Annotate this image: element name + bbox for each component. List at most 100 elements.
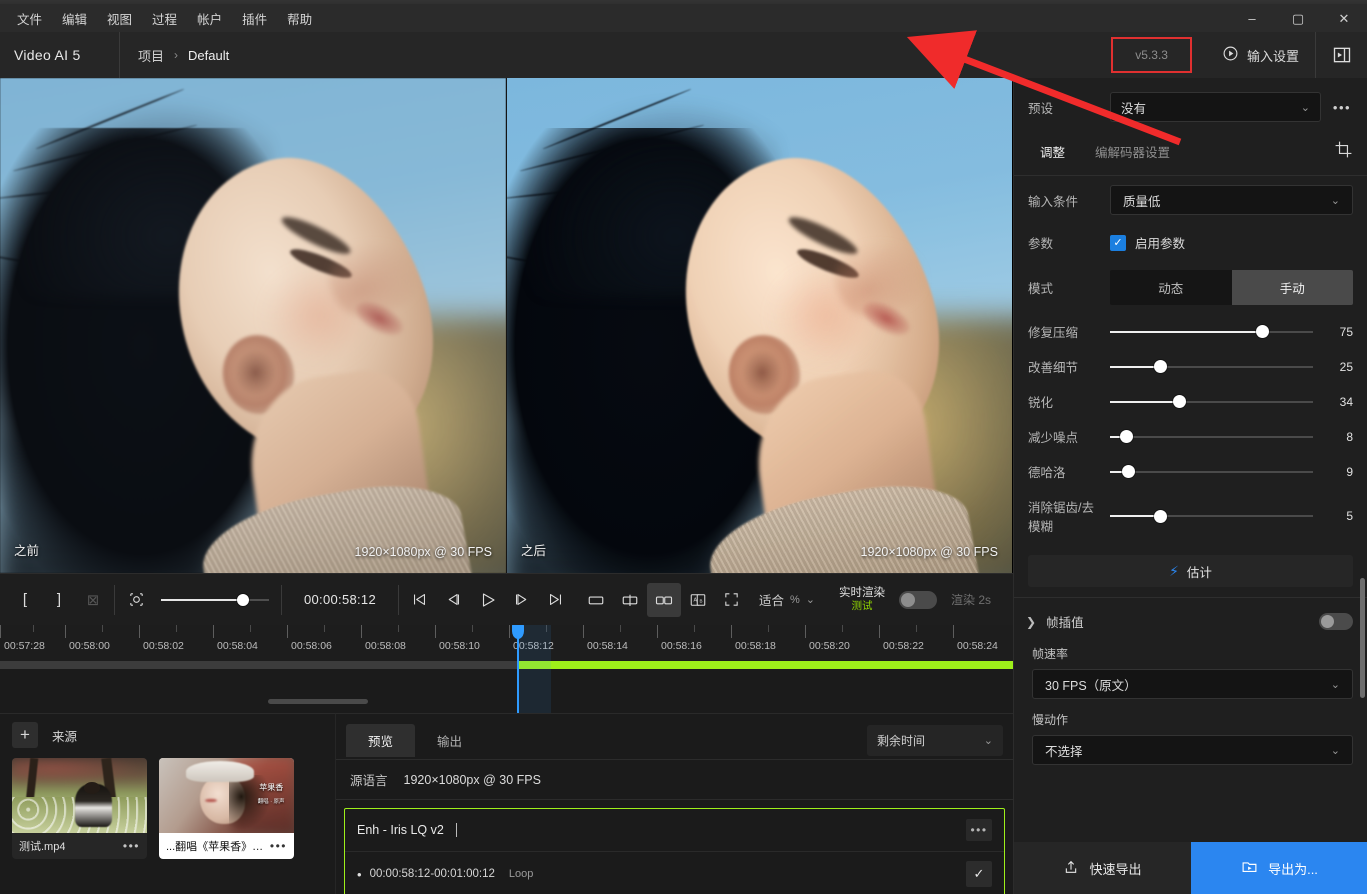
zoom-icon[interactable] [119, 583, 153, 617]
source-more-icon[interactable]: ••• [123, 839, 140, 853]
mode-auto-button[interactable]: 动态 [1110, 270, 1232, 305]
job-title-row: Enh - Iris LQ v2 ••• [345, 809, 1004, 852]
video-preview-area[interactable]: 之前 1920×1080px @ 30 FPS 之后 1920×1080px @… [0, 78, 1013, 573]
frame-rate-dropdown[interactable]: 30 FPS（原文） ⌄ [1032, 669, 1353, 699]
timeline-ruler[interactable]: 00:57:28 00:58:00 00:58:02 00:58:04 00:58:06… [0, 625, 1013, 661]
remaining-time-select[interactable]: 剩余时间 ⌄ [867, 725, 1003, 756]
slow-motion-dropdown[interactable]: 不选择 ⌄ [1032, 735, 1353, 765]
sharpen-slider[interactable] [1110, 393, 1313, 411]
fullscreen-icon[interactable] [715, 583, 749, 617]
step-back-button[interactable] [437, 583, 471, 617]
zoom-slider[interactable] [161, 590, 269, 610]
improve-detail-label: 改善细节 [1028, 361, 1079, 375]
minimize-button[interactable]: – [1229, 4, 1275, 32]
divider [114, 584, 115, 615]
mark-in-button[interactable]: [ [8, 583, 42, 617]
timeline-tick [0, 625, 1, 638]
clear-marks-button[interactable]: ⊠ [76, 583, 110, 617]
job-confirm-check-icon[interactable]: ✓ [966, 861, 992, 887]
panel-toggle-button[interactable] [1315, 32, 1367, 78]
maximize-button[interactable]: ▢ [1275, 4, 1321, 32]
skip-to-end-button[interactable] [539, 583, 573, 617]
input-condition-value: 质量低 [1123, 194, 1161, 209]
parameter-sliders: 修复压缩 75 改善细节 25 锐化 34 减少噪点 8 德哈洛 9 消除锯齿/去模糊 5 [1014, 314, 1367, 543]
before-meta: 1920×1080px @ 30 FPS [354, 545, 492, 559]
timeline-tick-label: 00:58:10 [439, 640, 480, 652]
side-by-side-icon[interactable] [646, 582, 681, 617]
realtime-render-toggle[interactable] [899, 590, 937, 609]
tab-preview[interactable]: 预览 [346, 724, 416, 757]
chevron-right-icon[interactable]: ❯ [1026, 615, 1036, 629]
tab-output[interactable]: 输出 [415, 724, 484, 757]
repair-compression-slider-handle[interactable] [1255, 325, 1269, 338]
preset-dropdown[interactable]: 没有 ⌄ [1110, 92, 1321, 122]
slow-motion-block: 慢动作 不选择 ⌄ [1014, 707, 1367, 773]
sharpen-value: 34 [1339, 394, 1353, 409]
mark-out-button[interactable]: ] [42, 583, 76, 617]
timeline-scrollbar[interactable] [268, 699, 368, 704]
reduce-noise-slider[interactable] [1110, 428, 1313, 446]
version-badge: v5.3.3 [1111, 37, 1192, 73]
job-card[interactable]: Enh - Iris LQ v2 ••• • 00:00:58:12-00:01… [344, 808, 1005, 894]
dehalo-label: 德哈洛 [1028, 466, 1066, 480]
preview-pane-after[interactable]: 之后 1920×1080px @ 30 FPS [506, 78, 1012, 573]
fit-select[interactable]: 适合 % ⌄ [749, 590, 825, 609]
repair-compression-slider[interactable] [1110, 323, 1313, 341]
job-more-icon[interactable]: ••• [966, 819, 992, 841]
before-frame-image [0, 78, 506, 573]
dehalo-slider[interactable] [1110, 463, 1313, 481]
settings-panel-scrollbar[interactable] [1360, 578, 1365, 698]
anti-alias-deblur-slider[interactable] [1110, 507, 1313, 525]
timeline-tick-label: 00:58:16 [661, 640, 702, 652]
frame-interpolation-header[interactable]: ❯ 帧插值 [1014, 598, 1367, 641]
menu-account[interactable]: 帐户 [188, 5, 231, 32]
dehalo-slider-handle[interactable] [1121, 465, 1135, 478]
quick-export-button[interactable]: 快速导出 [1014, 842, 1191, 894]
ab-compare-icon[interactable]: A B [681, 583, 715, 617]
timeline[interactable]: 00:57:28 00:58:00 00:58:02 00:58:04 00:58:06… [0, 625, 1013, 713]
timeline-tick-label: 00:58:18 [735, 640, 776, 652]
improve-detail-slider[interactable] [1110, 358, 1313, 376]
breadcrumb-default[interactable]: Default [188, 48, 229, 63]
sharpen-slider-handle[interactable] [1172, 395, 1186, 408]
estimate-button[interactable]: ⚡ 估计 [1028, 555, 1353, 587]
source-item-1[interactable]: 测试.mp4 ••• [12, 758, 147, 859]
mode-manual-button[interactable]: 手动 [1231, 270, 1353, 305]
improve-detail-slider-handle[interactable] [1154, 360, 1168, 373]
source-item-2[interactable]: 苹果香 翻唱 · 原声 ...翻唱《苹果香》.mp4 ••• [159, 758, 294, 859]
timeline-tick-label: 00:58:04 [217, 640, 258, 652]
tab-codec-settings[interactable]: 编解码器设置 [1093, 138, 1172, 165]
preview-pane-before[interactable]: 之前 1920×1080px @ 30 FPS [0, 78, 506, 573]
menu-process[interactable]: 过程 [143, 5, 186, 32]
menu-file[interactable]: 文件 [8, 5, 51, 32]
plus-icon[interactable]: + [12, 722, 38, 748]
preset-more-icon[interactable]: ••• [1331, 100, 1353, 115]
step-forward-button[interactable] [505, 583, 539, 617]
skip-to-start-button[interactable] [403, 583, 437, 617]
frame-interpolation-toggle[interactable] [1319, 613, 1353, 630]
view-mode-group: A B [579, 574, 749, 626]
enable-params-checkbox[interactable]: ✓ 启用参数 [1110, 233, 1353, 252]
crop-icon[interactable] [1334, 140, 1353, 164]
source-more-icon[interactable]: ••• [270, 839, 287, 853]
menu-plugins[interactable]: 插件 [233, 5, 276, 32]
split-view-icon[interactable] [613, 583, 647, 617]
window-controls: – ▢ ✕ [1229, 4, 1367, 32]
source-header: + 来源 [0, 714, 335, 754]
input-condition-dropdown[interactable]: 质量低 ⌄ [1110, 185, 1353, 215]
breadcrumb-project[interactable]: 项目 [138, 46, 164, 65]
reduce-noise-slider-handle[interactable] [1119, 430, 1133, 443]
input-condition-row: 输入条件 质量低 ⌄ [1014, 176, 1367, 224]
close-button[interactable]: ✕ [1321, 4, 1367, 32]
menu-help[interactable]: 帮助 [278, 5, 321, 32]
play-button[interactable] [471, 583, 505, 617]
timeline-clip-bar[interactable] [517, 661, 1013, 669]
anti-alias-deblur-slider-handle[interactable] [1154, 509, 1168, 523]
single-view-icon[interactable] [579, 583, 613, 617]
timeline-tick [361, 625, 362, 638]
menu-edit[interactable]: 编辑 [53, 5, 96, 32]
export-as-button[interactable]: 导出为... [1191, 842, 1367, 894]
input-settings-button[interactable]: 输入设置 [1206, 32, 1315, 78]
tab-adjust[interactable]: 调整 [1038, 138, 1067, 165]
menu-view[interactable]: 视图 [98, 5, 141, 32]
